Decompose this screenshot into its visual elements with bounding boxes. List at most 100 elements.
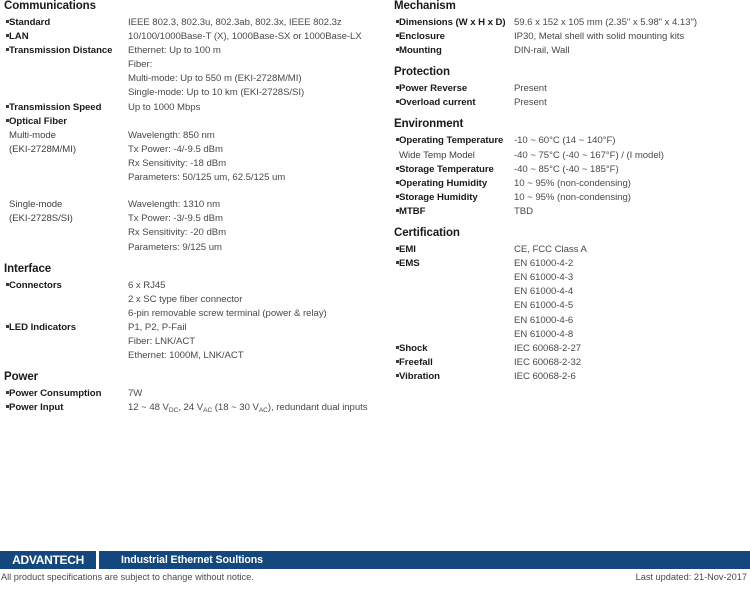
spec-value: Fiber:	[128, 59, 153, 71]
section-heading: Certification	[394, 227, 460, 240]
advantech-logo-text: ADVANTECH	[12, 553, 84, 567]
spec-label: EMI	[399, 244, 416, 256]
bullet-square-icon	[390, 95, 399, 104]
section-heading: Power	[4, 371, 39, 384]
spec-label: (EKI-2728S/SI)	[9, 213, 73, 225]
spec-row: Optical Fiber	[0, 114, 378, 128]
spec-label: Dimensions (W x H x D)	[399, 17, 506, 28]
spec-label: Operating Temperature	[399, 135, 504, 147]
bullet-square-icon	[0, 156, 9, 161]
spec-value: EN 61000-4-4	[514, 286, 574, 298]
spec-label: Transmission Distance	[9, 45, 113, 57]
spec-row: Power Input 12 ~ 48 VDC, 24 VAC (18 ~ 30 …	[0, 400, 378, 415]
spec-label: Optical Fiber	[9, 115, 67, 127]
spec-row: Power Consumption 7W	[0, 386, 378, 400]
spec-value: 10 ~ 95% (non-condensing)	[514, 191, 631, 203]
spec-value: IEC 60068-2-27	[514, 342, 582, 354]
bullet-square-icon	[390, 133, 399, 142]
spec-value: P1, P2, P-Fail	[128, 321, 187, 333]
spec-value: -40 ~ 85°C (-40 ~ 185°F)	[514, 163, 619, 175]
spec-label	[399, 298, 514, 299]
spec-row: MTBF TBD	[390, 204, 750, 218]
spec-row: Rx Sensitivity: -20 dBm	[0, 225, 378, 239]
spec-label: MTBF	[399, 205, 426, 217]
bullet-square-icon	[0, 292, 9, 297]
spec-value: IEEE 802.3, 802.3u, 802.3ab, 802.3x, IEE…	[128, 17, 342, 28]
spec-label	[9, 292, 128, 293]
spec-label: (EKI-2728M/MI)	[9, 143, 77, 155]
spec-row: EMI CE, FCC Class A	[390, 242, 750, 256]
spec-value: 10/100/1000Base-T (X), 1000Base-SX or 10…	[128, 31, 362, 43]
spec-value: DIN-rail, Wall	[514, 45, 570, 57]
bullet-square-icon	[0, 320, 9, 328]
bullet-square-icon	[390, 81, 399, 90]
spec-row: Mounting DIN-rail, Wall	[390, 43, 750, 57]
spec-value: IP30, Metal shell with solid mounting ki…	[514, 31, 685, 43]
spec-row: LAN 10/100/1000Base-T (X), 1000Base-SX or…	[0, 29, 378, 43]
spec-row: (EKI-2728M/MI) Tx Power: -4/-9.5 dBm	[0, 142, 378, 156]
spec-label: Power Reverse	[399, 83, 468, 95]
spec-label	[399, 284, 514, 285]
spec-value: IEC 60068-2-6	[514, 370, 576, 382]
spec-value: 59.6 x 152 x 105 mm (2.35" x 5.98" x 4.1…	[514, 17, 697, 28]
spec-row: Storage Temperature -40 ~ 85°C (-40 ~ 185…	[390, 162, 750, 176]
spec-section: Mechanism Dimensions (W x H x D) 59.6 x 15…	[390, 0, 750, 57]
spec-row: Operating Temperature -10 ~ 60°C (14 ~ 14…	[390, 133, 750, 147]
spec-row: Standard IEEE 802.3, 802.3u, 802.3ab, 802…	[0, 15, 378, 29]
spec-label: Connectors	[9, 279, 62, 291]
spec-label: EMS	[399, 258, 420, 270]
spec-value: Wavelength: 850 nm	[128, 129, 215, 141]
bullet-square-icon	[390, 15, 399, 23]
spec-value: Wavelength: 1310 nm	[128, 199, 221, 211]
spec-value: Fiber: LNK/ACT	[128, 335, 196, 347]
bullet-square-icon	[0, 400, 9, 409]
spec-row: Power Reverse Present	[390, 81, 750, 95]
spec-label	[9, 156, 128, 157]
spec-label: Shock	[399, 342, 428, 354]
spec-label: Overload current	[399, 97, 476, 109]
spec-label	[9, 306, 128, 307]
spec-label	[9, 240, 128, 241]
bullet-square-icon	[0, 71, 9, 76]
spec-label	[399, 313, 514, 314]
bullet-square-icon	[0, 197, 9, 202]
bullet-square-icon	[390, 284, 399, 289]
spec-row: (EKI-2728S/SI) Tx Power: -3/-9.5 dBm	[0, 211, 378, 225]
spec-row: Dimensions (W x H x D) 59.6 x 152 x 105 m…	[390, 15, 750, 29]
spec-row: Overload current Present	[390, 95, 750, 109]
section-heading: Interface	[4, 262, 52, 275]
bullet-square-icon	[390, 43, 399, 52]
bullet-square-icon	[0, 348, 9, 353]
spec-label: Vibration	[399, 370, 440, 382]
spec-row: Transmission Speed Up to 1000 Mbps	[0, 100, 378, 114]
spec-row: Single-mode: Up to 10 km (EKI-2728S/SI)	[0, 85, 378, 99]
bullet-square-icon	[0, 114, 9, 122]
spec-row: Multi-mode: Up to 550 m (EKI-2728M/MI)	[0, 71, 378, 85]
spec-value: Up to 1000 Mbps	[128, 101, 201, 113]
footer-tagline: Industrial Ethernet Soultions	[121, 554, 263, 566]
spec-row: EN 61000-4-3	[390, 270, 750, 284]
spec-value: Tx Power: -4/-9.5 dBm	[128, 143, 223, 155]
spec-row: Ethernet: 1000M, LNK/ACT	[0, 348, 378, 362]
spec-value: Ethernet: 1000M, LNK/ACT	[128, 350, 244, 362]
spec-label: Enclosure	[399, 31, 445, 43]
spec-value: EN 61000-4-5	[514, 300, 574, 312]
bullet-square-icon	[0, 306, 9, 311]
spec-value: 7W	[128, 388, 143, 400]
spec-value: CE, FCC Class A	[514, 244, 587, 256]
bullet-square-icon	[390, 327, 399, 332]
spec-row: Parameters: 50/125 um, 62.5/125 um	[0, 170, 378, 184]
spec-value: EN 61000-4-3	[514, 272, 574, 284]
spec-row: Enclosure IP30, Metal shell with solid mo…	[390, 29, 750, 43]
spec-value: 6 x RJ45	[128, 279, 166, 291]
spec-value: EN 61000-4-2	[514, 258, 574, 270]
spec-value: Single-mode: Up to 10 km (EKI-2728S/SI)	[128, 87, 305, 99]
spec-row: Single-mode Wavelength: 1310 nm	[0, 197, 378, 211]
bullet-square-icon	[0, 15, 9, 23]
bullet-square-icon	[390, 242, 399, 251]
spec-label	[9, 348, 128, 349]
spec-row: Parameters: 9/125 um	[0, 240, 378, 254]
spec-label: Multi-mode	[9, 129, 56, 141]
spec-label: LAN	[9, 31, 29, 43]
spec-row: EN 61000-4-4	[390, 284, 750, 298]
